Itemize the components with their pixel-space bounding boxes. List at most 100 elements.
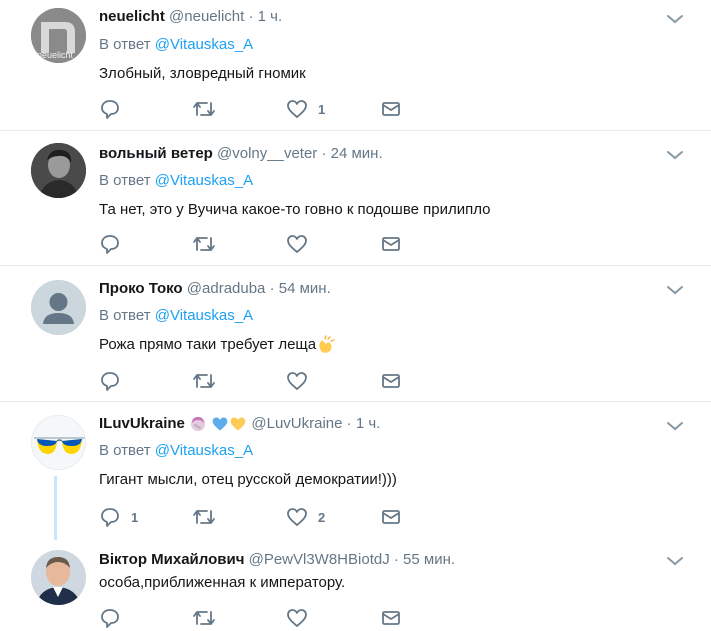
user-name[interactable]: Віктор Михайлович bbox=[99, 551, 244, 568]
user-handle[interactable]: @adraduba bbox=[187, 280, 266, 297]
retweet-icon bbox=[193, 102, 215, 116]
reply-to-line: В ответ @Vitauskas_A bbox=[99, 442, 253, 459]
reply-to-label: В ответ bbox=[99, 442, 151, 459]
avatar-label: neuelicht bbox=[37, 50, 74, 60]
like-button[interactable] bbox=[286, 370, 308, 392]
tweet-text: Рожа прямо таки требует леща bbox=[99, 335, 336, 355]
reply-button[interactable] bbox=[99, 233, 121, 255]
dm-button[interactable] bbox=[380, 370, 402, 392]
reply-to-mention[interactable]: @Vitauskas_A bbox=[155, 442, 253, 459]
envelope-icon bbox=[382, 374, 400, 388]
user-name[interactable]: ILuvUkraine bbox=[99, 415, 185, 432]
like-button[interactable] bbox=[286, 607, 308, 629]
retweet-button[interactable] bbox=[192, 98, 216, 120]
avatar[interactable] bbox=[31, 280, 86, 335]
retweet-button[interactable] bbox=[192, 233, 216, 255]
timestamp[interactable]: 1 ч. bbox=[258, 8, 283, 25]
like-button[interactable]: 2 bbox=[286, 506, 325, 528]
default-avatar-icon bbox=[31, 280, 86, 335]
timestamp[interactable]: 54 мин. bbox=[279, 280, 331, 297]
reply-icon bbox=[101, 100, 119, 119]
dm-button[interactable] bbox=[380, 233, 402, 255]
retweet-button[interactable] bbox=[192, 370, 216, 392]
tweet[interactable]: ILuvUkraine @LuvUkraine · 1 ч. В ответ @… bbox=[0, 402, 711, 540]
reply-icon bbox=[101, 235, 119, 254]
user-handle[interactable]: @PewVl3W8HBiotdJ bbox=[249, 551, 390, 568]
reply-icon bbox=[101, 508, 119, 527]
reply-button[interactable] bbox=[99, 370, 121, 392]
heart-icon bbox=[287, 609, 307, 627]
like-button[interactable]: 1 bbox=[286, 98, 325, 120]
like-button[interactable] bbox=[286, 233, 308, 255]
woman-facepalming-emoji bbox=[191, 417, 206, 432]
tweet[interactable]: Проко Токо @adraduba · 54 мин. В ответ @… bbox=[0, 266, 711, 402]
user-handle[interactable]: @LuvUkraine bbox=[251, 415, 342, 432]
blue-heart-emoji bbox=[212, 417, 228, 431]
reply-to-label: В ответ bbox=[99, 172, 151, 189]
chevron-down-icon[interactable] bbox=[664, 144, 686, 166]
tweet-actions bbox=[99, 233, 419, 257]
user-handle[interactable]: @volny__veter bbox=[217, 145, 317, 162]
heart-icon bbox=[287, 508, 307, 526]
timestamp[interactable]: 55 мин. bbox=[403, 551, 455, 568]
tweet-header: neuelicht @neuelicht · 1 ч. bbox=[99, 8, 282, 25]
reply-to-label: В ответ bbox=[99, 307, 151, 324]
chevron-down-icon[interactable] bbox=[664, 279, 686, 301]
reply-to-line: В ответ @Vitauskas_A bbox=[99, 307, 253, 324]
tweet-text: Злобный, зловредный гномик bbox=[99, 65, 306, 82]
clapping-hands-emoji bbox=[319, 335, 335, 353]
reply-to-mention[interactable]: @Vitauskas_A bbox=[155, 172, 253, 189]
retweet-icon bbox=[193, 510, 215, 524]
chevron-down-icon[interactable] bbox=[664, 550, 686, 572]
chevron-down-icon[interactable] bbox=[664, 415, 686, 437]
separator-dot: · bbox=[321, 145, 327, 162]
heart-icon bbox=[287, 100, 307, 118]
reply-icon bbox=[101, 372, 119, 391]
separator-dot: · bbox=[269, 280, 275, 297]
user-name[interactable]: вольный ветер bbox=[99, 145, 213, 162]
reply-count: 1 bbox=[131, 509, 139, 525]
tweet-header: ILuvUkraine @LuvUkraine · 1 ч. bbox=[99, 415, 380, 433]
user-handle[interactable]: @neuelicht bbox=[169, 8, 244, 25]
retweet-button[interactable] bbox=[192, 607, 216, 629]
reply-to-line: В ответ @Vitauskas_A bbox=[99, 36, 253, 53]
reply-button[interactable]: 1 bbox=[99, 506, 138, 528]
retweet-button[interactable] bbox=[192, 506, 216, 528]
reply-button[interactable] bbox=[99, 98, 121, 120]
avatar[interactable]: neuelicht bbox=[31, 8, 86, 63]
tweet-text-body: Рожа прямо таки требует леща bbox=[99, 335, 317, 353]
tweet-header: вольный ветер @volny__veter · 24 мин. bbox=[99, 145, 383, 162]
like-count: 2 bbox=[318, 509, 326, 525]
envelope-icon bbox=[382, 611, 400, 625]
yellow-heart-emoji bbox=[230, 417, 246, 431]
tweet[interactable]: Віктор Михайлович @PewVl3W8HBiotdJ · 55 … bbox=[0, 540, 711, 631]
reply-button[interactable] bbox=[99, 607, 121, 629]
tweet[interactable]: neuelicht neuelicht @neuelicht · 1 ч. В … bbox=[0, 0, 711, 131]
chevron-down-icon[interactable] bbox=[664, 8, 686, 30]
dm-button[interactable] bbox=[380, 506, 402, 528]
tweet-header: Проко Токо @adraduba · 54 мин. bbox=[99, 280, 331, 297]
dm-button[interactable] bbox=[380, 98, 402, 120]
avatar[interactable] bbox=[31, 415, 86, 470]
tweet-actions bbox=[99, 370, 419, 394]
retweet-icon bbox=[193, 374, 215, 388]
tweet-text: Та нет, это у Вучича какое-то говно к по… bbox=[99, 201, 491, 218]
tweet-actions bbox=[99, 607, 419, 631]
user-name[interactable]: neuelicht bbox=[99, 8, 165, 25]
like-count: 1 bbox=[318, 101, 326, 117]
envelope-icon bbox=[382, 102, 400, 116]
tweet[interactable]: вольный ветер @volny__veter · 24 мин. В … bbox=[0, 131, 711, 266]
reply-to-line: В ответ @Vitauskas_A bbox=[99, 172, 253, 189]
avatar[interactable] bbox=[31, 143, 86, 198]
timestamp[interactable]: 24 мин. bbox=[331, 145, 383, 162]
tweet-actions: 1 2 bbox=[99, 506, 419, 530]
envelope-icon bbox=[382, 510, 400, 524]
avatar[interactable] bbox=[31, 550, 86, 605]
dm-button[interactable] bbox=[380, 607, 402, 629]
user-name[interactable]: Проко Токо bbox=[99, 280, 183, 297]
tweet-actions: 1 bbox=[99, 98, 419, 122]
separator-dot: · bbox=[248, 8, 254, 25]
reply-to-mention[interactable]: @Vitauskas_A bbox=[155, 307, 253, 324]
reply-to-mention[interactable]: @Vitauskas_A bbox=[155, 36, 253, 53]
timestamp[interactable]: 1 ч. bbox=[356, 415, 381, 432]
